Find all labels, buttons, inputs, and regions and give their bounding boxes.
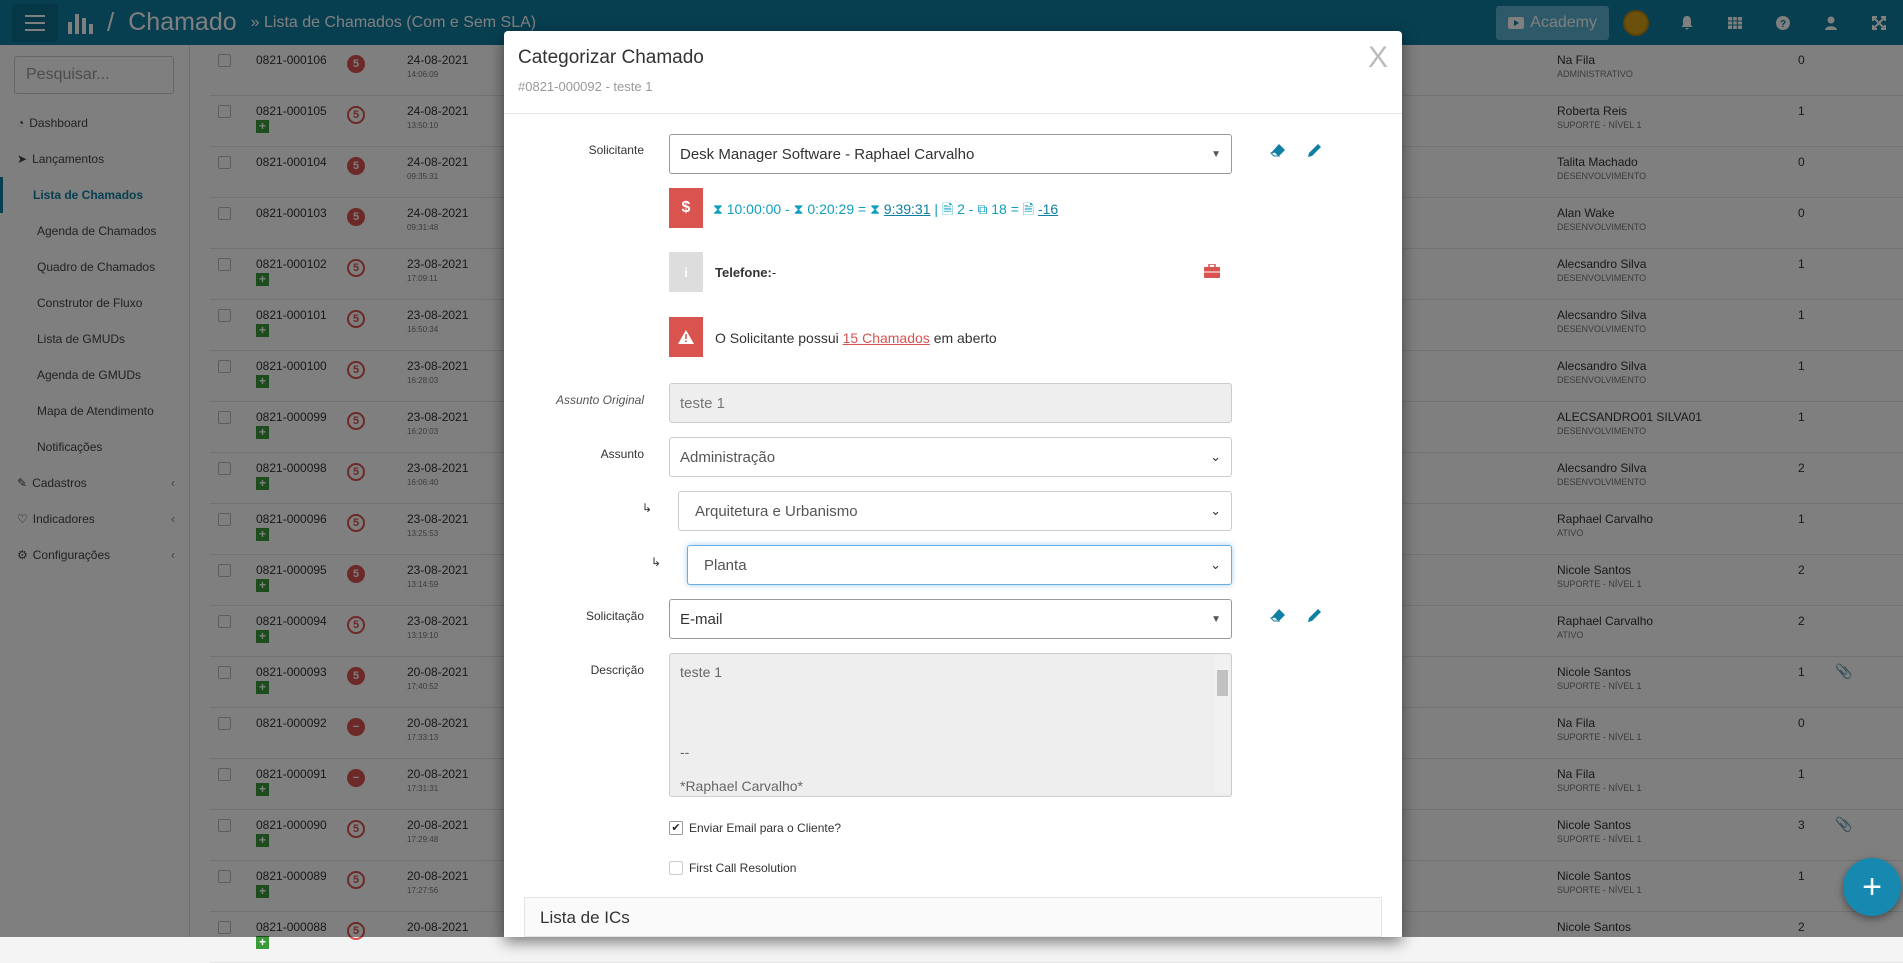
scrollbar-thumb[interactable] <box>1217 670 1228 696</box>
file-icon: 🗎 <box>941 201 954 217</box>
hourglass-icon: ⧗ <box>793 201 804 217</box>
caret-down-icon: ▼ <box>1211 613 1221 625</box>
solicitante-label: Solicitante <box>588 143 644 157</box>
briefcase-icon[interactable] <box>1204 263 1220 283</box>
info-icon: i <box>669 252 703 292</box>
hourglass-icon: ⧗ <box>870 201 880 217</box>
add-button[interactable]: + <box>1843 858 1901 916</box>
solicitante-select[interactable]: Desk Manager Software - Raphael Carvalho… <box>669 134 1232 174</box>
modal-subtitle: #0821-000092 - teste 1 <box>518 79 653 94</box>
chevron-down-icon: ⌄ <box>1210 557 1221 572</box>
open-tickets-notice: O Solicitante possui 15 Chamados em aber… <box>715 330 997 346</box>
solicitante-value: Desk Manager Software - Raphael Carvalho <box>680 145 975 163</box>
solicitacao-select[interactable]: E-mail ▼ <box>669 599 1232 639</box>
solicitacao-label: Solicitação <box>585 609 644 623</box>
plus-icon[interactable]: + <box>256 936 269 949</box>
dollar-icon: $ <box>669 188 703 228</box>
eraser-icon[interactable] <box>1270 608 1286 627</box>
file-icon: 🗎 <box>1022 201 1035 217</box>
copy-icon: ⧉ <box>977 201 988 217</box>
sub-sub-assunto-select[interactable]: Planta ⌄ <box>687 545 1232 585</box>
pencil-icon[interactable] <box>1307 608 1322 628</box>
descricao-label: Descrição <box>590 663 644 677</box>
categorize-ticket-modal: Categorizar Chamado #0821-000092 - teste… <box>504 31 1402 937</box>
subitem-arrow-icon: ↳ <box>651 555 662 569</box>
sla-summary: ⧗ 10:00:00 - ⧗ 0:20:29 = ⧗ 9:39:31 | 🗎 2… <box>713 201 1059 217</box>
close-button[interactable]: X <box>1368 41 1388 75</box>
fcr-checkbox[interactable] <box>669 861 683 875</box>
modal-header: Categorizar Chamado #0821-000092 - teste… <box>504 31 1402 114</box>
open-tickets-link[interactable]: 15 Chamados <box>843 330 930 346</box>
assunto-label: Assunto <box>600 447 644 461</box>
subitem-arrow-icon: ↳ <box>642 501 653 515</box>
eraser-icon[interactable] <box>1270 143 1286 162</box>
chevron-down-icon: ⌄ <box>1210 503 1221 518</box>
assunto-select[interactable]: Administração ⌄ <box>669 437 1232 477</box>
enviar-email-checkbox[interactable]: ✔ <box>669 821 683 835</box>
sla-remaining-link[interactable]: 9:39:31 <box>884 201 931 217</box>
descricao-textarea[interactable]: teste 1 -- *Raphael Carvalho* <box>669 653 1232 797</box>
fcr-row[interactable]: First Call Resolution <box>669 861 796 875</box>
sla-balance-link[interactable]: -16 <box>1038 201 1058 217</box>
warning-icon <box>669 317 703 357</box>
chevron-down-icon: ⌄ <box>1210 449 1221 464</box>
caret-down-icon: ▼ <box>1211 148 1221 160</box>
hourglass-icon: ⧗ <box>713 201 723 217</box>
enviar-email-row[interactable]: ✔ Enviar Email para o Cliente? <box>669 821 841 835</box>
modal-title: Categorizar Chamado <box>518 47 704 68</box>
assunto-original-field: teste 1 <box>669 383 1232 423</box>
sub-assunto-select[interactable]: Arquitetura e Urbanismo ⌄ <box>678 491 1232 531</box>
lista-ics-panel[interactable]: Lista de ICs <box>524 897 1382 937</box>
telefone: Telefone:- <box>715 265 777 280</box>
assunto-original-label: Assunto Original <box>555 393 644 407</box>
pencil-icon[interactable] <box>1307 143 1322 163</box>
